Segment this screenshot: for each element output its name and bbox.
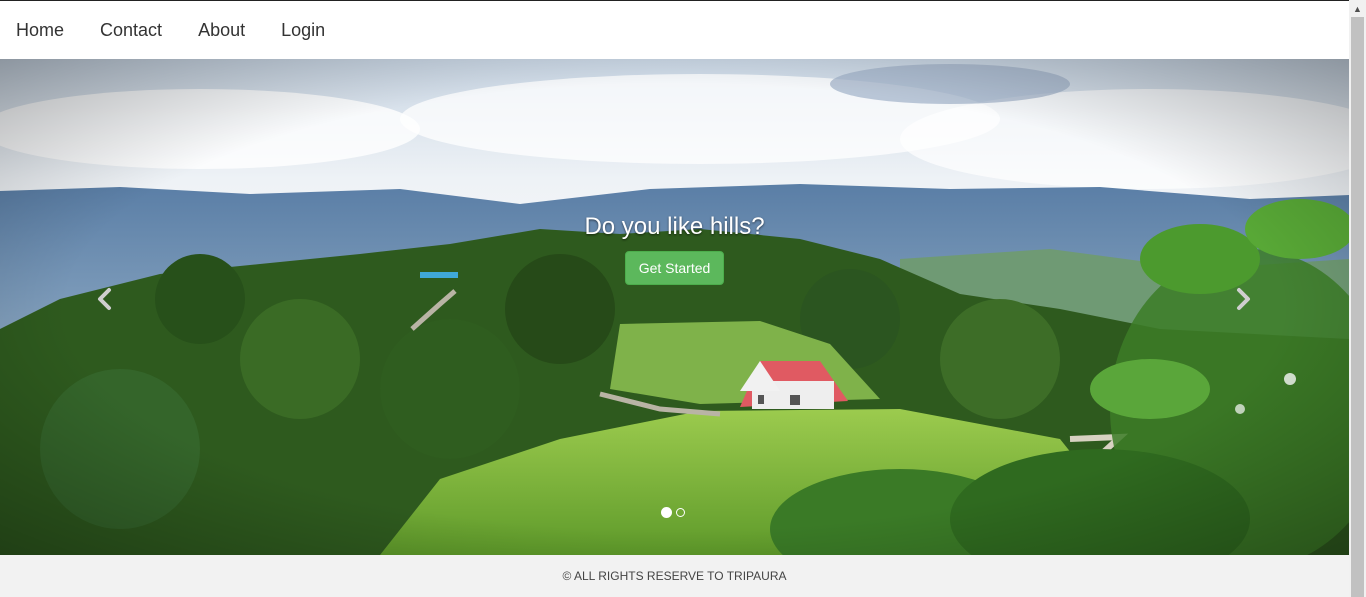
nav-about[interactable]: About [198, 1, 245, 59]
carousel-next-button[interactable] [1228, 284, 1258, 314]
carousel-indicators [661, 507, 685, 518]
nav-home[interactable]: Home [16, 1, 64, 59]
chevron-right-icon [1237, 288, 1250, 310]
footer-copyright: © ALL RIGHTS RESERVE TO TRIPAURA [562, 569, 787, 583]
get-started-button[interactable]: Get Started [625, 251, 724, 285]
nav-contact[interactable]: Contact [100, 1, 162, 59]
footer: © ALL RIGHTS RESERVE TO TRIPAURA [0, 555, 1349, 597]
chevron-left-icon [98, 288, 111, 310]
carousel-indicator-1[interactable] [661, 507, 672, 518]
scrollbar-thumb[interactable] [1351, 17, 1364, 597]
carousel-prev-button[interactable] [90, 284, 120, 314]
navbar: Home Contact About Login [0, 1, 1349, 59]
hero-caption: Do you like hills? [584, 213, 765, 240]
carousel-indicator-2[interactable] [676, 508, 685, 517]
nav-login[interactable]: Login [281, 1, 325, 59]
hero-carousel: Do you like hills? Get Started [0, 59, 1349, 555]
hero-image [0, 59, 1349, 555]
scroll-up-icon[interactable]: ▲ [1349, 0, 1366, 17]
